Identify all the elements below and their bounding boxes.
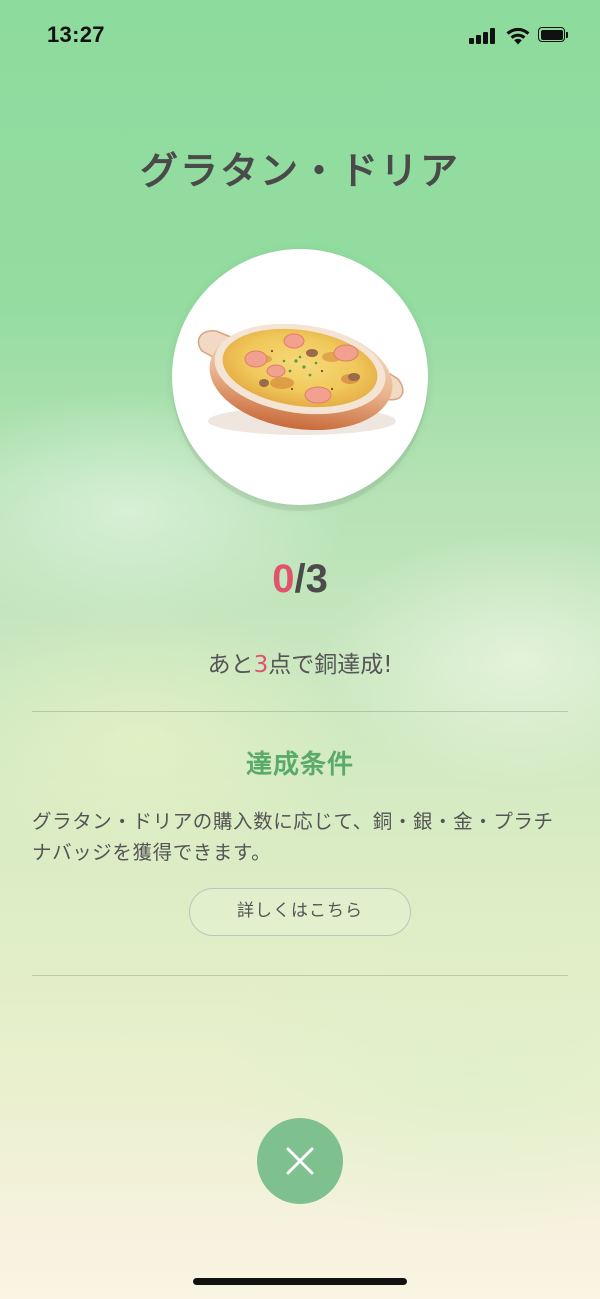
badge-image bbox=[172, 249, 428, 505]
signal-icon bbox=[469, 28, 497, 44]
status-time: 13:27 bbox=[47, 22, 105, 47]
divider bbox=[32, 711, 568, 712]
remaining-suffix: 点で銅達成! bbox=[268, 652, 393, 678]
battery-icon bbox=[538, 27, 570, 44]
remaining-prefix: あと bbox=[207, 652, 254, 678]
close-icon bbox=[286, 1147, 314, 1175]
close-button[interactable] bbox=[257, 1118, 343, 1204]
gratin-dish-icon bbox=[197, 323, 404, 435]
status-bar: 13:27 bbox=[0, 0, 600, 74]
progress-separator: / bbox=[294, 557, 306, 601]
divider bbox=[32, 975, 568, 976]
home-indicator[interactable] bbox=[193, 1278, 407, 1285]
wifi-icon bbox=[506, 27, 530, 45]
conditions-description: グラタン・ドリアの購入数に応じて、銅・銀・金・プラチナバッジを獲得できます。 bbox=[32, 810, 554, 864]
remaining-points-text: あと3点で銅達成! bbox=[0, 645, 600, 679]
details-button[interactable]: 詳しくはこちら bbox=[189, 888, 411, 936]
badge-title: グラタン・ドリア bbox=[139, 149, 460, 193]
progress-total: 3 bbox=[305, 557, 328, 601]
conditions-heading: 達成条件 bbox=[245, 750, 354, 780]
badge-progress: 0/3 bbox=[0, 557, 600, 602]
remaining-points: 3 bbox=[253, 652, 269, 678]
progress-current: 0 bbox=[272, 557, 295, 601]
